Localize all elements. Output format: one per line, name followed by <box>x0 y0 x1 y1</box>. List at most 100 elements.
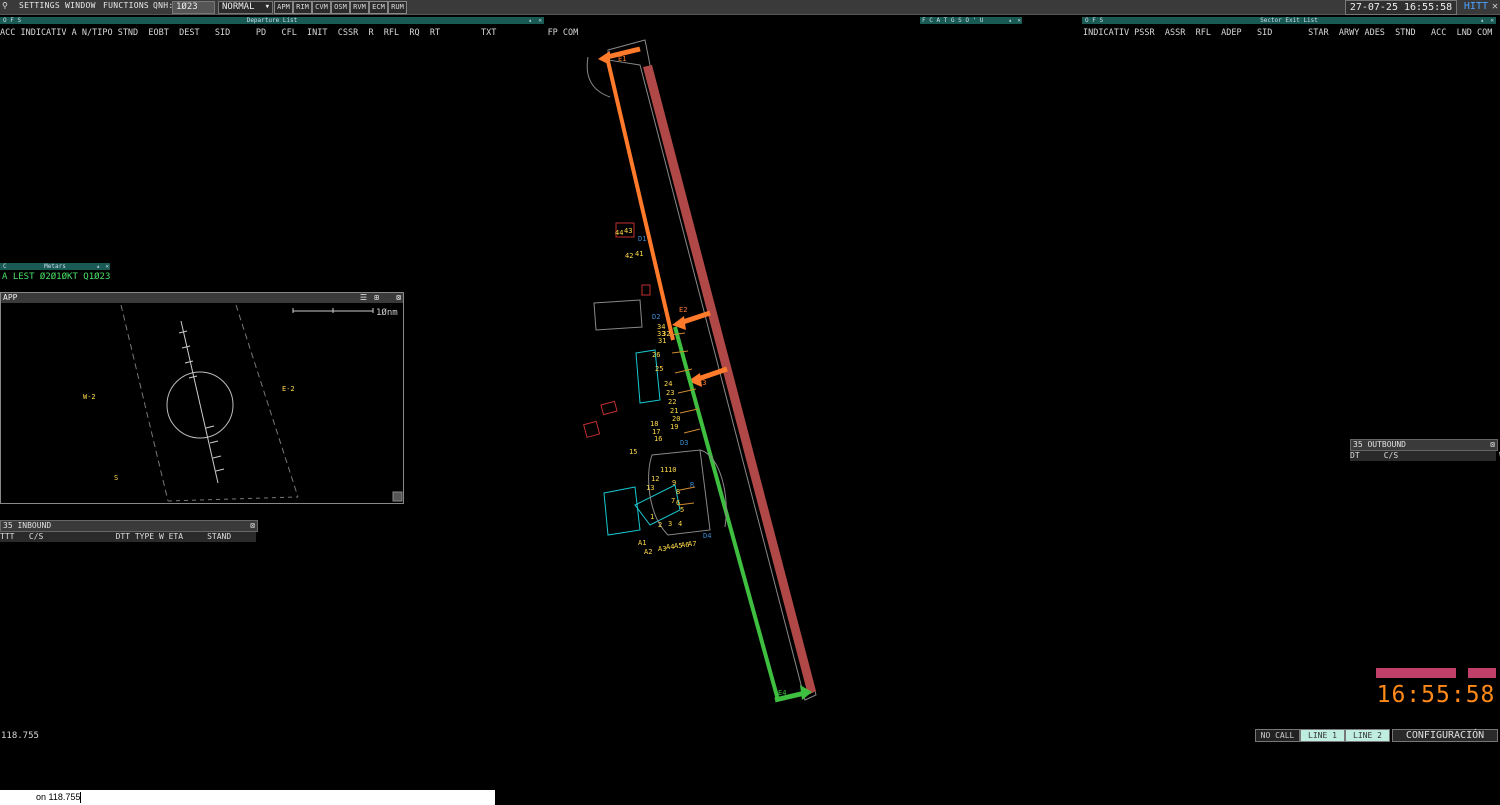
close-icon[interactable]: ✕ <box>1490 17 1494 24</box>
toolbar-button-rvm[interactable]: RVM <box>350 1 369 14</box>
app-radar-map[interactable]: 1Ønm W-2 E-2 S <box>1 303 403 503</box>
metars-title: Metars <box>44 263 66 270</box>
airport-label-22: 22 <box>668 398 676 406</box>
no-call-button[interactable]: NO CALL <box>1255 729 1300 742</box>
command-text[interactable]: on 118.755 <box>36 792 80 802</box>
configuracion-button[interactable]: CONFIGURACIÓN <box>1392 729 1498 742</box>
airport-label-e3: E3 <box>698 379 706 387</box>
scale-label: 1Ønm <box>376 307 398 318</box>
airport-label-10: 10 <box>668 466 676 474</box>
qnh-label: QNH: <box>153 1 174 10</box>
qnh-field[interactable]: 1Ø23 <box>172 1 215 14</box>
collapse-icon[interactable]: ▴ <box>1480 17 1484 24</box>
airport-label-9: 9 <box>672 479 676 487</box>
collapse-icon[interactable]: ▴ <box>1008 17 1012 24</box>
airport-label-24: 24 <box>664 380 672 388</box>
airport-label-21: 21 <box>670 407 678 415</box>
mode-select[interactable]: NORMAL ▾ <box>218 1 273 14</box>
toolbar-button-rim[interactable]: RIM <box>293 1 312 14</box>
airport-label-18: 18 <box>650 420 658 428</box>
airport-label-13: 13 <box>646 484 654 492</box>
collapse-icon[interactable]: ▴ <box>96 263 100 270</box>
app-window-titlebar[interactable]: APP ☰ ⊞ ⊠ <box>1 293 403 303</box>
fix-label-s: S <box>114 474 118 482</box>
toolbar-button-apm[interactable]: APM <box>274 1 293 14</box>
airport-label-a2: A2 <box>644 548 652 556</box>
mode-value: NORMAL <box>222 2 255 12</box>
airport-label-2: 2 <box>658 521 662 529</box>
filter-mini-bar-text: F C A T G S O ' U <box>922 17 984 24</box>
airport-label-26: 26 <box>652 351 660 359</box>
airport-label-41: 41 <box>635 250 643 258</box>
line1-button[interactable]: LINE 1 <box>1300 729 1345 742</box>
fix-label-e2: E-2 <box>282 385 295 393</box>
line2-button[interactable]: LINE 2 <box>1345 729 1390 742</box>
inbound-title: 35 INBOUND <box>3 521 52 530</box>
airport-label-8: 8 <box>676 488 680 496</box>
airport-label-a1: A1 <box>638 539 646 547</box>
metar-line: A LEST Ø2Ø1ØKT Q1Ø23 <box>2 272 111 282</box>
airport-label-e4: E4 <box>778 689 786 697</box>
airport-label-31: 31 <box>658 337 666 345</box>
command-line[interactable]: on 118.755 <box>0 790 495 805</box>
app-window-title: APP <box>3 293 18 302</box>
metars-titlebar[interactable]: C Metars ▴ ✕ <box>0 263 110 270</box>
outbound-title: 35 OUTBOUND <box>1353 440 1406 449</box>
airport-label-43: 43 <box>624 227 632 235</box>
outbound-columns: DT C/S W SID <box>1350 451 1500 461</box>
inbound-titlebar[interactable]: 35 INBOUND ⊠ <box>0 520 258 532</box>
airport-label-d4: D4 <box>703 532 711 540</box>
list-icon[interactable]: ☰ <box>360 293 367 303</box>
toolbar-button-rum[interactable]: RUM <box>388 1 407 14</box>
airport-label-5: 5 <box>680 506 684 514</box>
airport-label-16: 16 <box>654 435 662 443</box>
menu-functions[interactable]: FUNCTIONS <box>103 1 149 10</box>
filter-mini-bar[interactable]: F C A T G S O ' U ▴ ✕ <box>920 17 1022 24</box>
airport-label-25: 25 <box>655 365 663 373</box>
menu-window[interactable]: WINDOW <box>65 1 96 10</box>
outbound-titlebar[interactable]: 35 OUTBOUND ⊠ <box>1350 439 1498 451</box>
chevron-down-icon: ▾ <box>264 2 270 12</box>
close-icon[interactable]: ✕ <box>105 263 109 270</box>
user-label: HITT <box>1463 1 1488 12</box>
close-icon[interactable]: ✕ <box>538 17 542 24</box>
airport-label-19: 19 <box>670 423 678 431</box>
top-menu-bar: ⚲ SETTINGS WINDOW FUNCTIONS QNH: 1Ø23 NO… <box>0 0 1500 15</box>
airport-label-a7: A7 <box>688 540 696 548</box>
close-icon[interactable]: ⊠ <box>250 521 255 531</box>
app-radar-window[interactable]: APP ☰ ⊞ ⊠ 1Ønm W-2 E-2 S <box>0 292 404 504</box>
frequency-label: 118.755 <box>1 731 39 741</box>
digital-clock: 16:55:58 <box>1376 668 1496 718</box>
menu-settings[interactable]: SETTINGS <box>19 1 60 10</box>
airport-label-42: 42 <box>625 252 633 260</box>
airport-label-15: 15 <box>629 448 637 456</box>
close-icon[interactable]: ⊠ <box>396 293 401 303</box>
toolbar-button-cvm[interactable]: CVM <box>312 1 331 14</box>
taxiway-north[interactable] <box>605 56 675 341</box>
airport-label-e1: E1 <box>618 55 626 63</box>
wrench-icon[interactable]: ⚲ <box>2 1 8 10</box>
sector-exit-list-columns: INDICATIV PSSR ASSR RFL ADEP SID STAR AR… <box>1083 28 1493 38</box>
clock-bar <box>1468 668 1496 678</box>
toolbar-button-ecm[interactable]: ECM <box>369 1 388 14</box>
resize-handle[interactable] <box>392 491 403 502</box>
sector-exit-list-title: Sector Exit List <box>1260 17 1318 24</box>
departure-list-titlebar[interactable]: O F S Departure List ▴ ✕ <box>0 17 544 24</box>
collapse-icon[interactable]: ▴ <box>528 17 532 24</box>
airport-label-3: 3 <box>668 520 672 528</box>
airport-label-20: 20 <box>672 415 680 423</box>
close-icon[interactable]: ⊠ <box>1490 440 1495 450</box>
close-icon[interactable]: ✕ <box>1492 0 1498 13</box>
sector-exit-list-titlebar[interactable]: O F S Sector Exit List ▴ ✕ <box>1082 17 1496 24</box>
airport-label-7: 7 <box>671 497 675 505</box>
toolbar-button-osm[interactable]: OSM <box>331 1 350 14</box>
airport-ground-map[interactable]: E1E2E3E4D1D2D3D4R44 4342 41343332312625242… <box>580 35 830 715</box>
grid-icon[interactable]: ⊞ <box>374 293 379 303</box>
fix-label-w2: W-2 <box>83 393 96 401</box>
close-icon[interactable]: ✕ <box>1017 17 1021 24</box>
airport-label-23: 23 <box>666 389 674 397</box>
airport-label-r: R <box>690 481 695 489</box>
airport-label-d2: D2 <box>652 313 660 321</box>
clock-bar <box>1376 668 1456 678</box>
airport-label-e2: E2 <box>679 306 687 314</box>
